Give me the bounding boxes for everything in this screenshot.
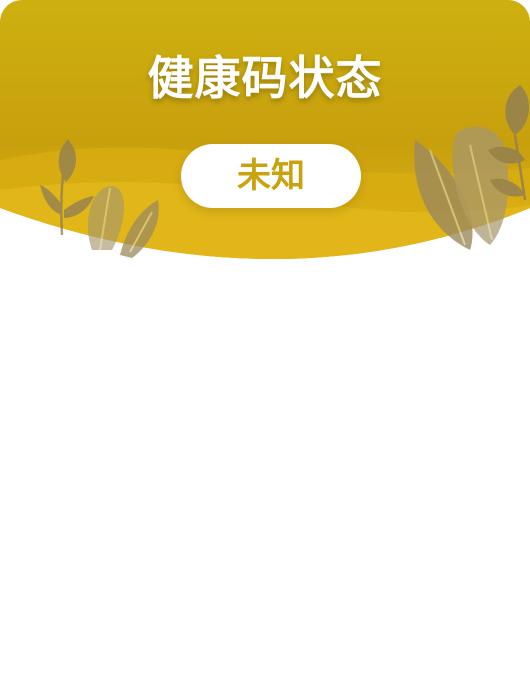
health-code-card: 健康码状态 未知 xyxy=(0,0,530,679)
header-background xyxy=(0,0,530,259)
status-badge-label: 未知 xyxy=(237,156,305,196)
page-title: 健康码状态 xyxy=(147,51,383,105)
status-badge: 未知 xyxy=(181,144,361,208)
